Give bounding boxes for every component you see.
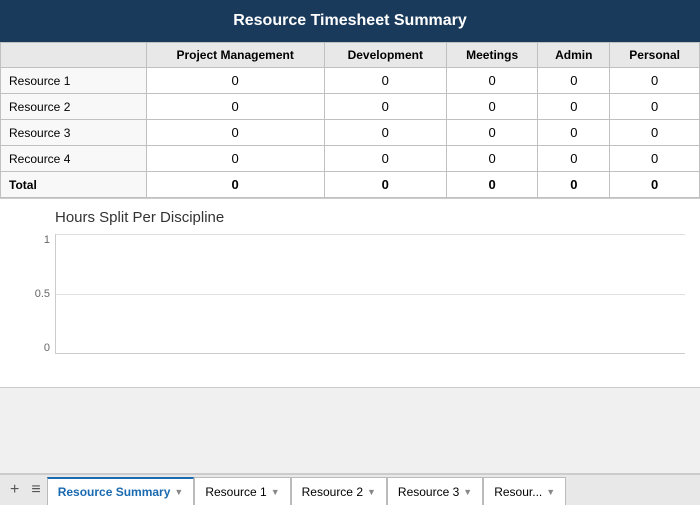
table-row: Resource 3 0 0 0 0 0 bbox=[1, 120, 700, 146]
summary-table-area: Project Management Development Meetings … bbox=[0, 42, 700, 198]
total-personal: 0 bbox=[610, 172, 700, 198]
pm-cell: 0 bbox=[146, 94, 324, 120]
personal-cell: 0 bbox=[610, 94, 700, 120]
tab-resource-3[interactable]: Resource 3 ▼ bbox=[387, 477, 483, 505]
admin-cell: 0 bbox=[538, 146, 610, 172]
col-header-name bbox=[1, 43, 147, 68]
menu-button[interactable]: ≡ bbox=[25, 475, 46, 505]
add-sheet-button[interactable]: + bbox=[4, 475, 25, 505]
table-row: Recource 4 0 0 0 0 0 bbox=[1, 146, 700, 172]
col-header-meet: Meetings bbox=[446, 43, 537, 68]
col-header-dev: Development bbox=[324, 43, 446, 68]
col-header-personal: Personal bbox=[610, 43, 700, 68]
tab-bar: + ≡ Resource Summary▼Resource 1▼Resource… bbox=[0, 473, 700, 505]
chart-wrapper: 1 0.5 0 bbox=[55, 234, 685, 374]
admin-cell: 0 bbox=[538, 120, 610, 146]
total-admin: 0 bbox=[538, 172, 610, 198]
total-dev: 0 bbox=[324, 172, 446, 198]
grid-line-mid bbox=[56, 294, 685, 295]
chart-area: Hours Split Per Discipline 1 0.5 0 bbox=[0, 198, 700, 388]
resource-name-cell: Resource 2 bbox=[1, 94, 147, 120]
chart-plot bbox=[55, 234, 685, 354]
total-meet: 0 bbox=[446, 172, 537, 198]
admin-cell: 0 bbox=[538, 68, 610, 94]
tab-resource-summary[interactable]: Resource Summary▼ bbox=[47, 477, 195, 505]
tab-label: Resource 3 bbox=[398, 485, 459, 499]
col-header-admin: Admin bbox=[538, 43, 610, 68]
resource-name-cell: Resource 3 bbox=[1, 120, 147, 146]
y-label-05: 0.5 bbox=[35, 288, 50, 300]
tab-label: Resource Summary bbox=[58, 485, 171, 499]
total-label: Total bbox=[1, 172, 147, 198]
tab-resource-2[interactable]: Resource 2 ▼ bbox=[291, 477, 387, 505]
dev-cell: 0 bbox=[324, 68, 446, 94]
meet-cell: 0 bbox=[446, 120, 537, 146]
personal-cell: 0 bbox=[610, 68, 700, 94]
resource-name-cell: Recource 4 bbox=[1, 146, 147, 172]
personal-cell: 0 bbox=[610, 120, 700, 146]
tab-arrow: ▼ bbox=[463, 487, 472, 497]
dev-cell: 0 bbox=[324, 146, 446, 172]
tab-arrow: ▼ bbox=[546, 487, 555, 497]
total-row: Total 0 0 0 0 0 bbox=[1, 172, 700, 198]
pm-cell: 0 bbox=[146, 146, 324, 172]
y-axis: 1 0.5 0 bbox=[15, 234, 50, 354]
pm-cell: 0 bbox=[146, 120, 324, 146]
meet-cell: 0 bbox=[446, 94, 537, 120]
tab-arrow: ▼ bbox=[367, 487, 376, 497]
tab-label: Resour... bbox=[494, 485, 542, 499]
grid-line-top bbox=[56, 234, 685, 235]
tab-arrow: ▼ bbox=[174, 487, 183, 497]
pm-cell: 0 bbox=[146, 68, 324, 94]
tab-resource-1[interactable]: Resource 1 ▼ bbox=[194, 477, 290, 505]
tab-label: Resource 1 bbox=[205, 485, 266, 499]
chart-title: Hours Split Per Discipline bbox=[55, 209, 685, 226]
dev-cell: 0 bbox=[324, 120, 446, 146]
dev-cell: 0 bbox=[324, 94, 446, 120]
y-label-1: 1 bbox=[44, 234, 50, 246]
tab-resour[interactable]: Resour... ▼ bbox=[483, 477, 566, 505]
meet-cell: 0 bbox=[446, 146, 537, 172]
page-header: Resource Timesheet Summary bbox=[0, 0, 700, 42]
summary-table: Project Management Development Meetings … bbox=[0, 42, 700, 198]
tab-label: Resource 2 bbox=[302, 485, 363, 499]
tab-arrow: ▼ bbox=[271, 487, 280, 497]
total-pm: 0 bbox=[146, 172, 324, 198]
table-row: Resource 2 0 0 0 0 0 bbox=[1, 94, 700, 120]
personal-cell: 0 bbox=[610, 146, 700, 172]
col-header-pm: Project Management bbox=[146, 43, 324, 68]
page-title: Resource Timesheet Summary bbox=[233, 12, 467, 29]
resource-name-cell: Resource 1 bbox=[1, 68, 147, 94]
admin-cell: 0 bbox=[538, 94, 610, 120]
y-label-0: 0 bbox=[44, 342, 50, 354]
table-row: Resource 1 0 0 0 0 0 bbox=[1, 68, 700, 94]
meet-cell: 0 bbox=[446, 68, 537, 94]
